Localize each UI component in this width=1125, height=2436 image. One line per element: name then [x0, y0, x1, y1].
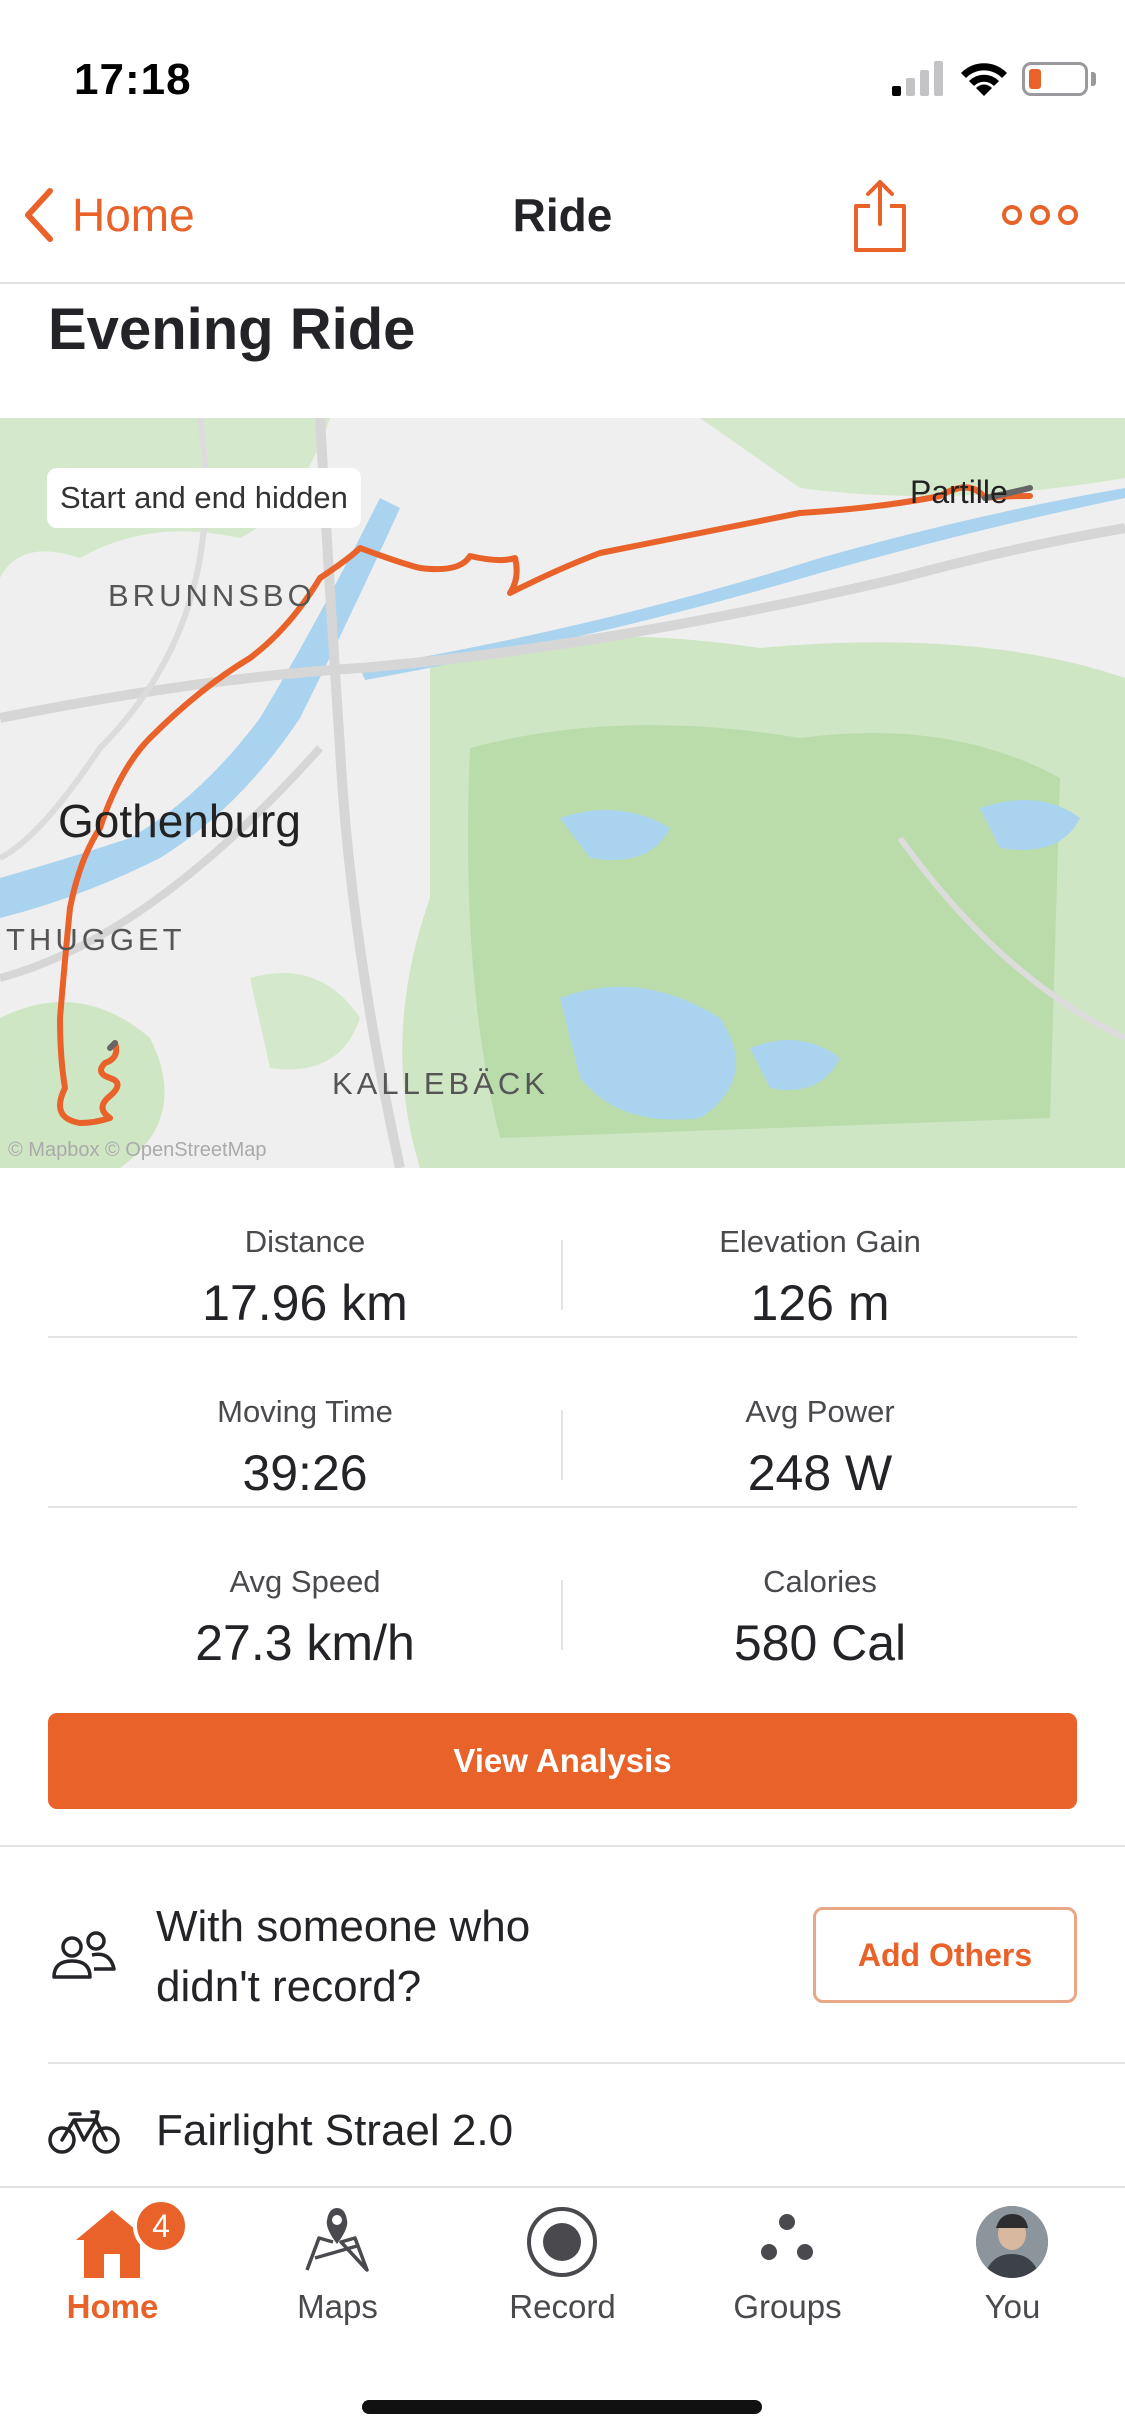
stat-label: Calories	[763, 1564, 877, 1599]
stat-label: Distance	[244, 1224, 366, 1259]
tab-you[interactable]: You	[900, 2188, 1125, 2338]
place-thorildsplan: THUGGET	[6, 922, 186, 957]
wifi-icon	[961, 63, 1007, 96]
navbar: Home Ride	[0, 150, 1125, 284]
cellular-signal-icon	[892, 61, 943, 96]
tab-groups[interactable]: Groups	[675, 2188, 900, 2338]
stat-label: Avg Speed	[229, 1564, 381, 1599]
stat-avg-speed: Avg Speed 27.3 km/h	[48, 1508, 562, 1678]
back-button[interactable]: Home	[22, 180, 195, 250]
avatar	[976, 2206, 1048, 2278]
stats-row: Distance 17.96 km Elevation Gain 126 m	[48, 1168, 1077, 1338]
map-attribution: © Mapbox © OpenStreetMap	[8, 1139, 267, 1161]
stats-row: Avg Speed 27.3 km/h Calories 580 Cal	[48, 1508, 1077, 1678]
back-label: Home	[72, 189, 195, 241]
stat-value: 580 Cal	[733, 1615, 907, 1671]
status-time: 17:18	[74, 55, 192, 104]
stat-value: 17.96 km	[202, 1275, 408, 1331]
view-analysis-button[interactable]: View Analysis	[48, 1713, 1077, 1809]
tab-label: Groups	[733, 2288, 842, 2325]
stat-value: 248 W	[747, 1445, 893, 1501]
people-icon	[52, 1931, 116, 1979]
stat-value: 27.3 km/h	[195, 1615, 415, 1671]
stats-row: Moving Time 39:26 Avg Power 248 W	[48, 1338, 1077, 1508]
privacy-label: Start and end hidden	[47, 468, 361, 528]
stat-label: Elevation Gain	[719, 1224, 921, 1259]
stat-label: Avg Power	[745, 1394, 895, 1429]
gear-row[interactable]: Fairlight Strael 2.0	[0, 2064, 1125, 2184]
record-icon	[527, 2207, 597, 2277]
battery-icon	[1022, 62, 1088, 96]
gear-name: Fairlight Strael 2.0	[156, 2106, 514, 2155]
stat-label: Moving Time	[217, 1394, 393, 1429]
place-kalleback: KALLEBÄCK	[332, 1066, 549, 1101]
stat-distance: Distance 17.96 km	[48, 1168, 562, 1338]
more-options-icon[interactable]	[1000, 200, 1080, 230]
stats-grid: Distance 17.96 km Elevation Gain 126 m M…	[48, 1168, 1077, 1678]
route-map[interactable]: Start and end hidden BRUNNSBO Gothenburg…	[0, 418, 1125, 1168]
home-indicator	[362, 2400, 762, 2414]
stat-value: 39:26	[242, 1445, 368, 1501]
stat-calories: Calories 580 Cal	[563, 1508, 1077, 1678]
groups-icon	[761, 2214, 813, 2260]
add-others-button[interactable]: Add Others	[813, 1907, 1077, 2003]
place-gothenburg: Gothenburg	[58, 795, 301, 847]
activity-title: Evening Ride	[48, 297, 416, 362]
tab-bar: 4 Home Maps Record Groups You	[0, 2186, 1125, 2436]
tab-label: Maps	[297, 2288, 378, 2325]
tab-home[interactable]: 4 Home	[0, 2188, 225, 2338]
map-background	[0, 418, 1125, 1168]
stat-value: 126 m	[750, 1275, 890, 1331]
stat-moving-time: Moving Time 39:26	[48, 1338, 562, 1508]
tab-maps[interactable]: Maps	[225, 2188, 450, 2338]
bike-icon	[48, 2110, 120, 2154]
place-brunnsbo: BRUNNSBO	[108, 578, 316, 613]
maps-icon	[305, 2208, 369, 2272]
place-partille: Partille	[910, 474, 1008, 510]
with-others-text: With someone who didn't record?	[156, 1902, 531, 2011]
status-bar: 17:18	[0, 0, 1125, 150]
notification-badge: 4	[133, 2198, 189, 2254]
tab-label: Home	[66, 2288, 159, 2325]
share-icon[interactable]	[850, 178, 910, 254]
stat-elevation-gain: Elevation Gain 126 m	[563, 1168, 1077, 1338]
stat-avg-power: Avg Power 248 W	[563, 1338, 1077, 1508]
tab-record[interactable]: Record	[450, 2188, 675, 2338]
tab-label: Record	[509, 2288, 616, 2325]
with-others-section: With someone who didn't record? Add Othe…	[0, 1847, 1125, 2062]
chevron-left-icon	[25, 188, 53, 242]
tab-label: You	[984, 2288, 1041, 2325]
